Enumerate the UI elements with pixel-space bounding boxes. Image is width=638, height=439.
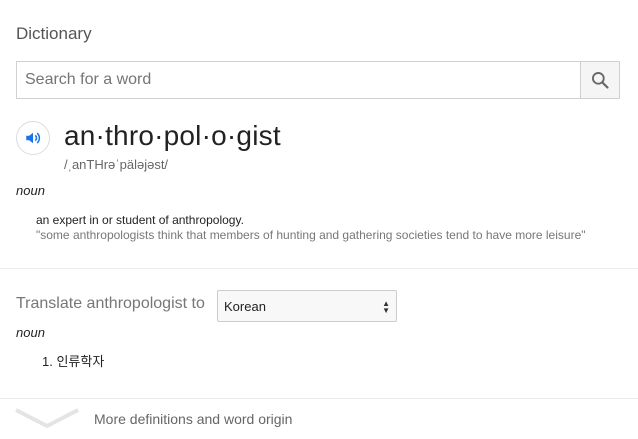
select-arrows-icon: ▲ ▼ (382, 299, 390, 315)
language-select[interactable]: Korean ▲ ▼ (217, 290, 397, 322)
headword: an·thro·pol·o·gist (64, 120, 281, 151)
translation-item: 1. 인류학자 (42, 354, 105, 369)
chevron-down-icon (15, 408, 79, 428)
card-title: Dictionary (16, 24, 92, 43)
part-of-speech: noun (16, 183, 45, 198)
translate-label: Translate anthropologist to (16, 295, 205, 312)
pronunciation-button[interactable] (16, 121, 50, 155)
definition: an expert in or student of anthropology. (36, 213, 244, 227)
search-box (16, 61, 620, 99)
search-button[interactable] (580, 62, 619, 98)
search-icon (592, 72, 609, 89)
speaker-icon (26, 132, 41, 144)
language-select-value: Korean (224, 298, 266, 314)
search-input[interactable] (17, 62, 582, 98)
footer-divider (0, 398, 638, 399)
section-divider (0, 268, 638, 269)
dictionary-card: Dictionary an·thro·pol·o·gist /ˌanTHrəˈp… (0, 0, 638, 439)
usage-example: "some anthropologists think that members… (36, 228, 586, 242)
more-definitions-link[interactable]: More definitions and word origin (0, 400, 638, 439)
translation-part-of-speech: noun (16, 325, 45, 340)
more-definitions-label: More definitions and word origin (94, 411, 293, 427)
phonetic-spelling: /ˌanTHrəˈpäləjəst/ (64, 157, 169, 172)
